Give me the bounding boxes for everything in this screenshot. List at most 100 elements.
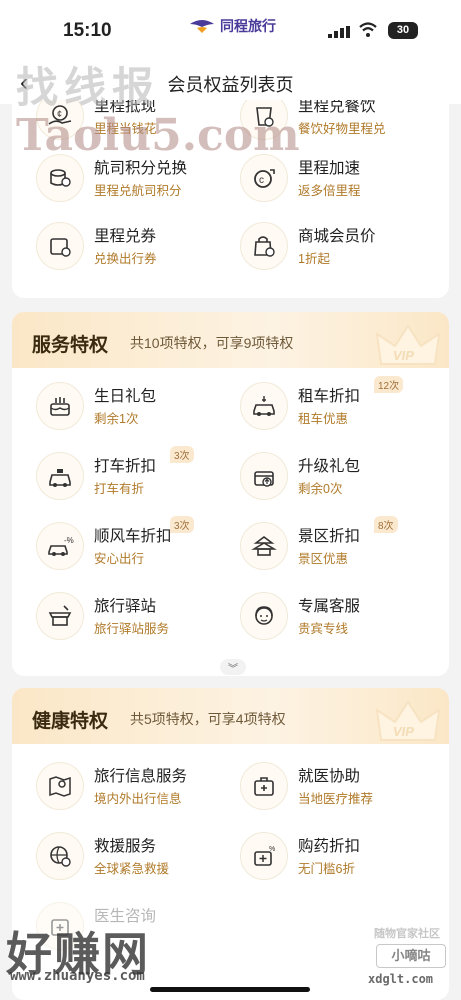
privilege-item[interactable]: 旅行信息服务 境内外出行信息 — [12, 758, 212, 814]
section-title: 健康特权 — [32, 711, 109, 732]
brand-name: 同程旅行 — [220, 18, 276, 34]
home-indicator — [150, 987, 310, 992]
map-pin-icon — [36, 762, 84, 810]
privilege-sub: 里程兑航司积分 — [94, 184, 182, 198]
privilege-title: 打车折扣 — [94, 458, 157, 475]
privilege-sub: 打车有折 — [94, 482, 145, 496]
cellular-signal-icon — [328, 26, 350, 38]
svg-text:c: c — [259, 175, 264, 186]
count-badge: 3次 — [170, 516, 194, 533]
privilege-sub: 剩余1次 — [94, 412, 139, 426]
svg-text:¢: ¢ — [57, 109, 62, 119]
privilege-item[interactable]: % 购药折扣 无门槛6折 — [216, 828, 416, 884]
section-summary: 共5项特权，可享4项特权 — [130, 711, 286, 727]
privilege-title: 租车折扣 — [298, 388, 361, 405]
privilege-title: 里程兑券 — [94, 228, 157, 245]
rescue-globe-icon — [36, 832, 84, 880]
privilege-sub: 贵宾专线 — [298, 622, 349, 636]
privilege-item[interactable]: ¢ 里程抵现 里程当钱花 — [12, 100, 212, 144]
privilege-item[interactable]: 专属客服 贵宾专线 — [216, 588, 416, 644]
privilege-item[interactable]: 生日礼包 剩余1次 — [12, 378, 212, 434]
privilege-title: 商城会员价 — [298, 228, 376, 245]
service-privileges-card: 服务特权 共10项特权，可享9项特权 VIP 生日礼包 剩余1次 租车折扣 12… — [12, 312, 449, 676]
privilege-sub: 境内外出行信息 — [94, 792, 182, 806]
carpool-icon: -% — [36, 522, 84, 570]
privilege-sub: 1折起 — [298, 252, 330, 266]
health-privileges-card: 健康特权 共5项特权，可享4项特权 VIP 旅行信息服务 境内外出行信息 就医协… — [12, 688, 449, 1000]
taxi-icon — [36, 452, 84, 500]
privilege-sub: 旅行驿站服务 — [94, 622, 170, 636]
page-title: 会员权益列表页 — [167, 75, 294, 95]
privilege-item[interactable]: 打车折扣 3次 打车有折 — [12, 446, 212, 504]
privilege-sub: 剩余0次 — [298, 482, 343, 496]
count-badge: 3次 — [170, 446, 194, 463]
privilege-item[interactable]: 航司积分兑换 里程兑航司积分 — [12, 150, 212, 206]
count-badge: 8次 — [374, 516, 398, 533]
privilege-item[interactable]: 救援服务 全球紧急救援 — [12, 828, 212, 884]
nav-bar: ‹ 会员权益列表页 — [0, 60, 461, 104]
section-summary: 共10项特权，可享9项特权 — [130, 335, 294, 351]
privilege-title: 景区折扣 — [298, 528, 361, 545]
privilege-item[interactable]: c 里程加速 返多倍里程 — [216, 150, 416, 206]
privilege-item[interactable]: 景区折扣 8次 景区优惠 — [216, 516, 416, 574]
privilege-title: 生日礼包 — [94, 388, 157, 405]
privilege-title: 旅行信息服务 — [94, 768, 188, 785]
wifi-icon — [359, 22, 377, 37]
privilege-title: 旅行驿站 — [94, 598, 157, 615]
privilege-item[interactable]: 租车折扣 12次 租车优惠 — [216, 376, 416, 434]
privilege-item[interactable]: 升级礼包 剩余0次 — [216, 448, 416, 504]
privilege-title: 里程抵现 — [94, 100, 157, 115]
cake-icon — [36, 382, 84, 430]
privilege-sub: 无门槛6折 — [298, 862, 355, 876]
speed-coin-icon: c — [240, 154, 288, 202]
pagoda-icon — [240, 522, 288, 570]
privilege-sub: 全球紧急救援 — [94, 862, 170, 876]
battery-indicator: 30 — [388, 22, 418, 39]
privilege-title: 专属客服 — [298, 598, 361, 615]
svg-text:%: % — [269, 846, 275, 853]
count-badge: 12次 — [374, 376, 404, 393]
svg-text:-%: -% — [64, 536, 74, 545]
privilege-sub: 兑换出行券 — [94, 252, 157, 266]
medical-kit-icon — [240, 762, 288, 810]
privilege-sub: 返多倍里程 — [298, 184, 361, 198]
section-title: 服务特权 — [32, 335, 109, 356]
coin-hand-icon: ¢ — [36, 100, 84, 140]
privilege-sub: 当地医疗推荐 — [298, 792, 374, 806]
privilege-item[interactable]: 医生咨询 — [12, 898, 212, 954]
pharmacy-icon: % — [240, 832, 288, 880]
privilege-sub: 里程当钱花 — [94, 122, 157, 136]
privilege-title: 医生咨询 — [94, 908, 157, 925]
privilege-title: 就医协助 — [298, 768, 361, 785]
vip-crown-icon: VIP — [375, 700, 441, 741]
rental-car-icon — [240, 382, 288, 430]
status-time: 15:10 — [63, 20, 112, 41]
privilege-item[interactable]: 商城会员价 1折起 — [216, 218, 416, 274]
status-bar: 15:10 同程旅行 30 — [0, 0, 461, 60]
mileage-privileges-card: ¢ 里程抵现 里程当钱花 里程兑餐饮 餐饮好物里程兑 航司积分兑换 里程兑航司积… — [12, 100, 449, 298]
station-icon — [36, 592, 84, 640]
privilege-sub: 租车优惠 — [298, 412, 349, 426]
privilege-title: 救援服务 — [94, 838, 157, 855]
card-header: 健康特权 共5项特权，可享4项特权 VIP — [12, 688, 449, 744]
doctor-icon — [36, 902, 84, 950]
privilege-sub: 安心出行 — [94, 552, 145, 566]
privilege-item[interactable]: 旅行驿站 旅行驿站服务 — [12, 588, 212, 644]
expand-more-button[interactable]: ︾ — [220, 659, 246, 675]
shopping-bag-icon — [240, 222, 288, 270]
privilege-title: 顺风车折扣 — [94, 528, 172, 545]
privilege-title: 里程加速 — [298, 160, 361, 177]
coin-stack-icon — [36, 154, 84, 202]
privilege-title: 里程兑餐饮 — [298, 100, 376, 115]
svg-text:VIP: VIP — [393, 724, 414, 739]
headset-agent-icon — [240, 592, 288, 640]
ticket-icon — [36, 222, 84, 270]
privilege-title: 航司积分兑换 — [94, 160, 188, 177]
privilege-item[interactable]: 就医协助 当地医疗推荐 — [216, 758, 416, 814]
privilege-item[interactable]: 里程兑餐饮 餐饮好物里程兑 — [216, 100, 416, 144]
gift-upgrade-icon — [240, 452, 288, 500]
privilege-item[interactable]: 里程兑券 兑换出行券 — [12, 218, 212, 274]
card-header: 服务特权 共10项特权，可享9项特权 VIP — [12, 312, 449, 368]
privilege-item[interactable]: -% 顺风车折扣 3次 安心出行 — [12, 516, 212, 574]
brand-mark-icon — [190, 20, 214, 33]
